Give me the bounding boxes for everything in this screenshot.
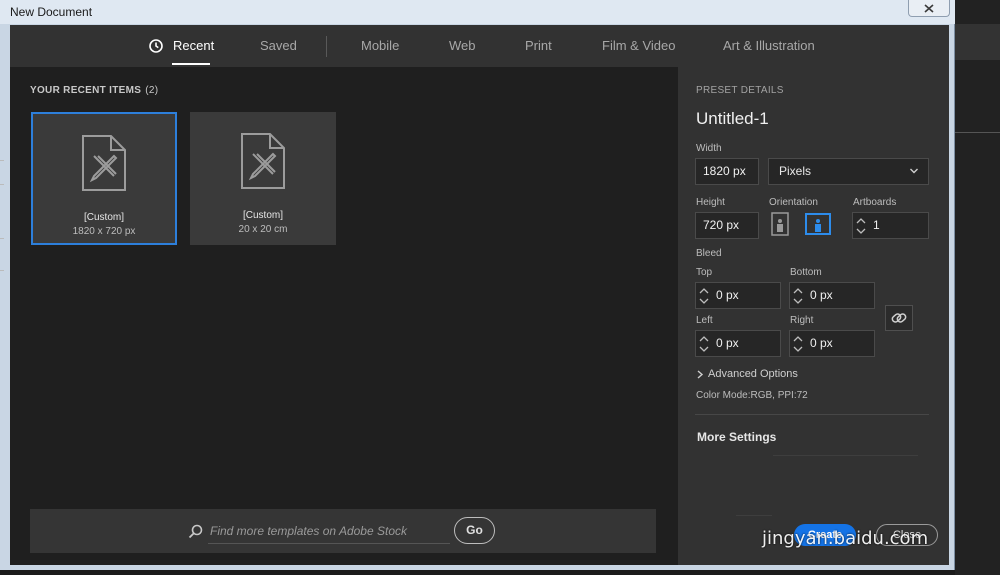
link-bleed-button[interactable]	[885, 305, 913, 331]
recent-items-count: (2)	[145, 85, 159, 96]
stepper-arrows-icon	[856, 218, 866, 234]
clock-icon	[149, 39, 163, 53]
artboards-label: Artboards	[853, 197, 897, 208]
bleed-top-value: 0 px	[716, 288, 739, 302]
bleed-right-value: 0 px	[810, 336, 833, 350]
advanced-options-toggle[interactable]: Advanced Options	[696, 368, 798, 380]
tab-print[interactable]: Print	[525, 25, 552, 67]
bleed-right-field[interactable]: 0 px	[789, 330, 875, 357]
portrait-orientation-button[interactable]	[769, 212, 791, 236]
title-bar[interactable]: New Document	[0, 0, 955, 24]
stock-search-bar: Go	[30, 509, 656, 553]
preset-details-heading: PRESET DETAILS	[696, 85, 784, 96]
background-toolbar-strip	[955, 24, 1000, 60]
orientation-label: Orientation	[769, 197, 818, 208]
recent-item-card[interactable]: [Custom] 20 x 20 cm	[190, 112, 336, 245]
width-field[interactable]: 1820 px	[695, 158, 759, 185]
landscape-orientation-button[interactable]	[805, 212, 831, 236]
recent-items-title: YOUR RECENT ITEMS	[30, 85, 142, 96]
stock-search-input[interactable]	[208, 519, 450, 544]
tab-mobile[interactable]: Mobile	[361, 25, 399, 67]
bleed-bottom-label: Bottom	[790, 267, 822, 278]
recent-item-name: [Custom]	[83, 212, 124, 223]
stepper-arrows-icon	[793, 336, 803, 352]
section-divider	[736, 515, 772, 516]
tab-film-video[interactable]: Film & Video	[602, 25, 675, 67]
width-label: Width	[696, 143, 722, 154]
bleed-top-field[interactable]: 0 px	[695, 282, 781, 309]
dialog-window: New Document Recent Saved Mobile Web Pri…	[0, 0, 955, 570]
tab-art-illustration[interactable]: Art & Illustration	[723, 25, 815, 67]
stepper-arrows-icon	[699, 336, 709, 352]
new-document-app: Recent Saved Mobile Web Print Film & Vid…	[10, 25, 949, 565]
chevron-right-icon	[697, 370, 704, 379]
tab-divider	[326, 36, 327, 57]
background-divider	[955, 132, 1000, 133]
window-title: New Document	[10, 5, 93, 19]
landscape-icon	[805, 213, 831, 235]
bleed-top-label: Top	[696, 267, 713, 278]
link-icon	[891, 313, 907, 323]
artboards-value: 1	[873, 218, 880, 232]
background-app-area	[955, 0, 1000, 575]
portrait-icon	[771, 212, 789, 236]
bleed-bottom-field[interactable]: 0 px	[789, 282, 875, 309]
go-button[interactable]: Go	[454, 517, 495, 544]
stepper-arrows-icon	[793, 288, 803, 304]
window-close-button[interactable]	[908, 0, 950, 17]
bleed-left-field[interactable]: 0 px	[695, 330, 781, 357]
recent-items-heading: YOUR RECENT ITEMS (2)	[30, 85, 158, 96]
recent-item-dimensions: 1820 x 720 px	[72, 226, 136, 237]
document-name[interactable]: Untitled-1	[696, 109, 769, 129]
recent-item-dimensions: 20 x 20 cm	[238, 224, 288, 235]
document-pencil-icon	[82, 135, 126, 191]
active-tab-underline	[172, 63, 210, 65]
watermark-text: jingyan.baidu.com	[762, 528, 929, 549]
close-icon	[924, 3, 934, 13]
units-select[interactable]: Pixels	[768, 158, 929, 185]
tab-recent[interactable]: Recent	[173, 25, 214, 67]
tab-web[interactable]: Web	[449, 25, 476, 67]
category-tabs: Recent Saved Mobile Web Print Film & Vid…	[10, 25, 949, 67]
chevron-down-icon	[910, 168, 918, 174]
artboards-field[interactable]: 1	[852, 212, 929, 239]
advanced-options-label: Advanced Options	[708, 368, 798, 380]
bleed-bottom-value: 0 px	[810, 288, 833, 302]
section-divider	[695, 414, 929, 415]
tab-saved[interactable]: Saved	[260, 25, 297, 67]
recent-item-name: [Custom]	[242, 210, 283, 221]
bleed-right-label: Right	[790, 315, 814, 326]
document-pencil-icon	[241, 133, 285, 189]
color-mode-summary: Color Mode:RGB, PPI:72	[696, 390, 808, 401]
height-label: Height	[696, 197, 725, 208]
units-value: Pixels	[779, 164, 812, 178]
bleed-label: Bleed	[696, 248, 722, 259]
more-settings-button[interactable]: More Settings	[697, 430, 776, 444]
background-edge-marks	[0, 150, 10, 310]
section-divider	[773, 455, 918, 456]
bleed-left-value: 0 px	[716, 336, 739, 350]
recent-item-card[interactable]: [Custom] 1820 x 720 px	[31, 112, 177, 245]
preset-details-panel: PRESET DETAILS Untitled-1 Width 1820 px …	[678, 67, 949, 565]
stepper-arrows-icon	[699, 288, 709, 304]
bleed-left-label: Left	[696, 315, 713, 326]
search-icon	[188, 524, 203, 539]
height-field[interactable]: 720 px	[695, 212, 759, 239]
